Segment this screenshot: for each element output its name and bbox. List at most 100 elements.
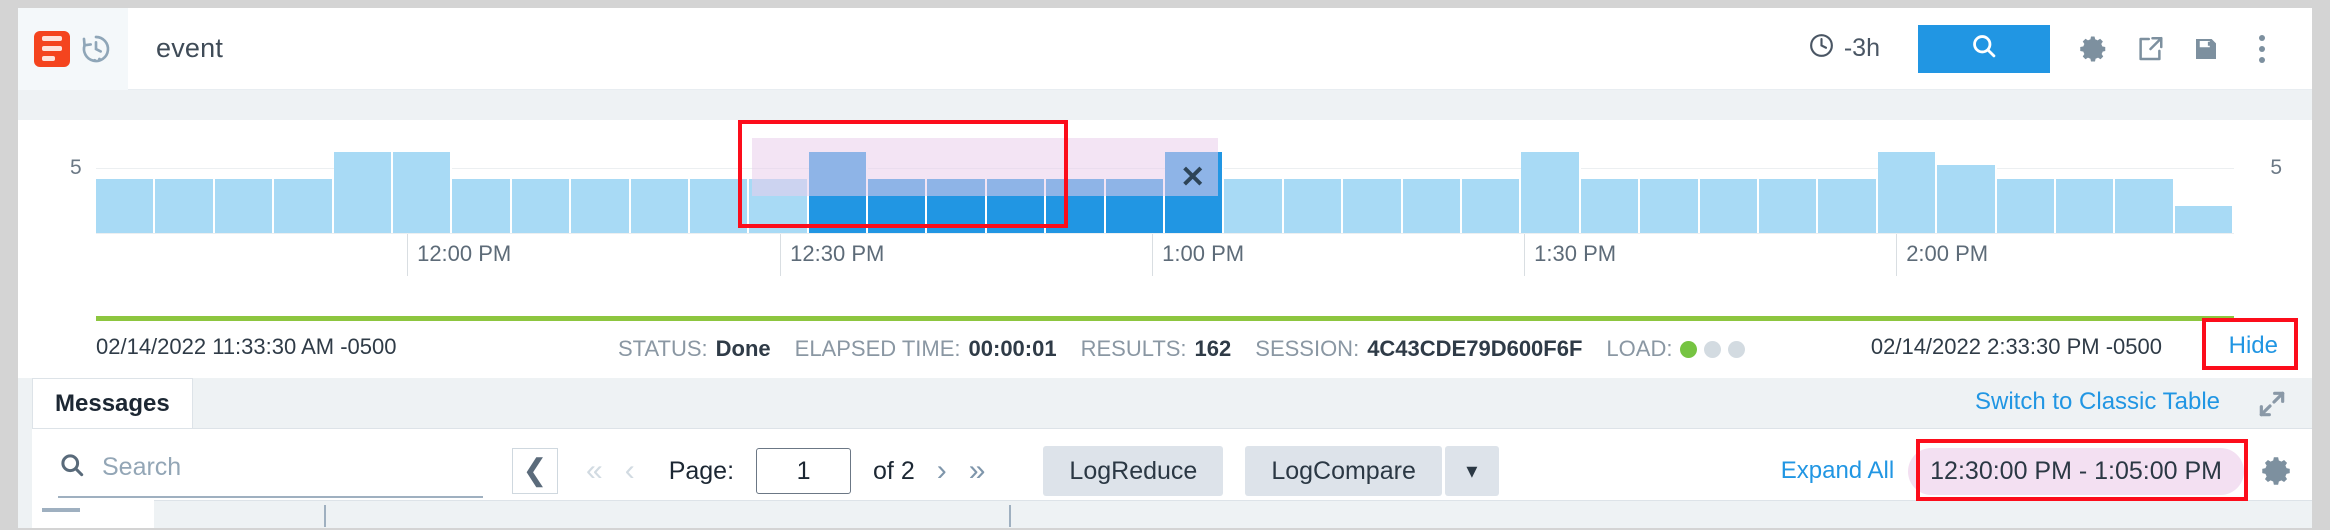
- close-selection-icon[interactable]: ✕: [1170, 154, 1216, 200]
- logreduce-button[interactable]: LogReduce: [1043, 446, 1224, 496]
- x-axis-tick: 1:30 PM: [1524, 234, 1616, 276]
- column-divider[interactable]: [324, 505, 326, 527]
- x-axis-tick: 1:00 PM: [1152, 234, 1244, 276]
- time-range-pill[interactable]: 12:30:00 PM - 1:05:00 PM: [1908, 447, 2244, 495]
- expand-all-link[interactable]: Expand All: [1781, 457, 1894, 485]
- session-key: SESSION:: [1255, 336, 1360, 361]
- hide-button[interactable]: Hide: [2229, 332, 2278, 360]
- histogram-bar[interactable]: [1580, 178, 1641, 233]
- histogram-bar[interactable]: [2055, 178, 2116, 233]
- status-value: Done: [715, 336, 771, 361]
- share-export-icon[interactable]: [2122, 25, 2178, 73]
- results-panel: Messages Switch to Classic Table Search …: [18, 378, 2312, 528]
- histogram-bar[interactable]: [1402, 178, 1462, 233]
- range-end-timestamp: 02/14/2022 2:33:30 PM -0500: [1870, 334, 2162, 359]
- x-axis-tick: 2:00 PM: [1896, 234, 1988, 276]
- histogram-bar[interactable]: [1758, 178, 1819, 233]
- histogram-bar[interactable]: [571, 178, 631, 233]
- results-toolbar: ❮ « ‹ Page: of 2 › » LogReduce LogCompar…: [512, 437, 2312, 505]
- histogram-bar[interactable]: [1224, 178, 1284, 233]
- timeline-histogram-panel: 5 5 ✕ 12:00 PM 12:30 PM 1:00 PM 1:30 PM 2:00…: [18, 120, 2312, 316]
- column-divider[interactable]: [1009, 505, 1011, 527]
- expand-panel-icon[interactable]: [2256, 388, 2288, 420]
- logo-zone: [18, 7, 128, 90]
- next-page-icon[interactable]: ›: [937, 456, 947, 486]
- progress-bar: [96, 316, 2234, 321]
- prev-page-icon[interactable]: ‹: [625, 456, 635, 486]
- logcompare-button[interactable]: LogCompare: [1245, 446, 1442, 496]
- application-window: event -3h 5 5 ✕ 12:00 PM 12:30 PM 1:00 P…: [18, 7, 2312, 528]
- histogram-bar[interactable]: [333, 151, 393, 233]
- first-page-icon[interactable]: «: [586, 456, 603, 486]
- last-page-icon[interactable]: »: [969, 456, 986, 486]
- histogram-bar[interactable]: [927, 178, 987, 233]
- messages-content: ❮ « ‹ Page: of 2 › » LogReduce LogCompar…: [32, 428, 2312, 528]
- clock-icon: [1808, 32, 1835, 66]
- histogram-bar[interactable]: [1105, 178, 1166, 233]
- app-header: event -3h: [18, 7, 2312, 90]
- toolbar-right-actions: Expand All 12:30:00 PM - 1:05:00 PM: [1781, 447, 2312, 495]
- histogram-bar[interactable]: [214, 178, 275, 233]
- histogram-bar[interactable]: [1521, 151, 1581, 233]
- histogram-bar[interactable]: [1818, 178, 1878, 233]
- histogram-bar[interactable]: [96, 178, 156, 233]
- search-input[interactable]: [102, 453, 483, 482]
- search-metadata: STATUS: Done ELAPSED TIME: 00:00:01 RESU…: [618, 336, 1746, 362]
- histogram-bar[interactable]: [1699, 178, 1759, 233]
- histogram-bar[interactable]: [749, 178, 809, 233]
- gear-icon[interactable]: [2066, 25, 2122, 73]
- histogram-bars[interactable]: [96, 138, 2235, 233]
- range-start-timestamp: 02/14/2022 11:33:30 AM -0500: [96, 334, 397, 359]
- histogram-bar[interactable]: [868, 178, 928, 233]
- histogram-bar[interactable]: [1877, 151, 1938, 233]
- histogram-bar[interactable]: [1461, 178, 1522, 233]
- x-axis-tick: 12:00 PM: [407, 234, 511, 276]
- histogram-bar[interactable]: [452, 178, 512, 233]
- load-indicator: [1680, 340, 1746, 358]
- tab-bar: Messages Switch to Classic Table: [18, 378, 2312, 428]
- histogram-bar[interactable]: [155, 178, 215, 233]
- logs-logo-icon[interactable]: [34, 30, 70, 67]
- page-total: of 2: [873, 456, 915, 485]
- session-value: 4C43CDE79D600F6F: [1367, 336, 1583, 361]
- histogram-bar[interactable]: [1640, 178, 1700, 233]
- search-icon: [58, 451, 86, 484]
- page-title: event: [156, 33, 224, 63]
- chevron-down-icon[interactable]: ▾: [1444, 446, 1499, 496]
- histogram-bar[interactable]: [392, 151, 453, 233]
- histogram-bar[interactable]: [511, 178, 572, 233]
- histogram-bar[interactable]: [1283, 178, 1344, 233]
- histogram-bar[interactable]: [2174, 205, 2235, 233]
- search-field-wrapper[interactable]: [58, 451, 483, 498]
- search-status-bar: 02/14/2022 11:33:30 AM -0500 STATUS: Don…: [18, 316, 2312, 378]
- histogram-bar[interactable]: [274, 178, 334, 233]
- page-input[interactable]: [756, 448, 852, 494]
- histogram-bar[interactable]: [1996, 178, 2056, 233]
- histogram-bar[interactable]: [1343, 178, 1403, 233]
- save-disk-icon[interactable]: [2178, 25, 2234, 73]
- histogram-bar[interactable]: [2115, 178, 2175, 233]
- pagination: « ‹ Page: of 2 › »: [586, 448, 985, 494]
- histogram-bar[interactable]: [689, 178, 750, 233]
- time-range-button[interactable]: -3h: [1786, 32, 1902, 66]
- histogram-bar[interactable]: [808, 151, 869, 233]
- collapse-left-icon[interactable]: ❮: [512, 448, 558, 494]
- histogram-bar[interactable]: [630, 178, 690, 233]
- histogram-plot[interactable]: 5 5 ✕ 12:00 PM 12:30 PM 1:00 PM 1:30 PM 2:00…: [18, 138, 2312, 276]
- gear-icon[interactable]: [2260, 454, 2294, 488]
- histogram-bar[interactable]: [986, 178, 1047, 233]
- run-search-button[interactable]: [1918, 24, 2050, 73]
- histogram-bar[interactable]: [1046, 178, 1106, 233]
- histogram-bar[interactable]: [1937, 165, 1997, 233]
- tab-messages[interactable]: Messages: [32, 378, 193, 428]
- elapsed-key: ELAPSED TIME:: [794, 336, 961, 361]
- switch-classic-table-link[interactable]: Switch to Classic Table: [1975, 388, 2220, 416]
- row-handle: [42, 508, 80, 512]
- y-axis-label-right: 5: [2270, 156, 2282, 179]
- kebab-menu-icon[interactable]: [2234, 25, 2290, 73]
- elapsed-value: 00:00:01: [968, 336, 1057, 361]
- results-table-header: [154, 500, 2312, 528]
- header-actions: -3h: [1786, 24, 2312, 73]
- x-axis-ticks: 12:00 PM 12:30 PM 1:00 PM 1:30 PM 2:00 PM: [96, 234, 2234, 276]
- history-clock-icon[interactable]: [80, 33, 112, 65]
